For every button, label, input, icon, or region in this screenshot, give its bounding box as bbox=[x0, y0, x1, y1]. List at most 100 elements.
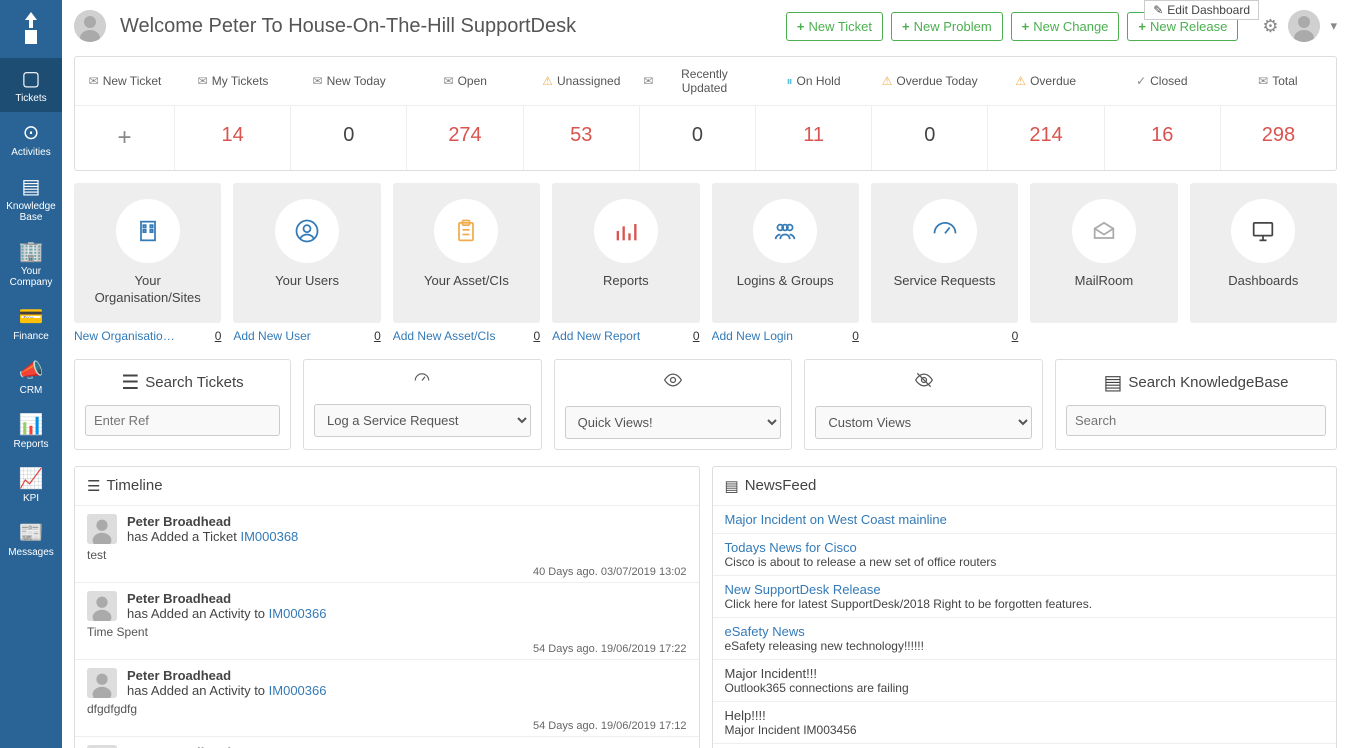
list-icon: ☰ bbox=[87, 477, 100, 495]
stats-table: ✉New Ticket ✉My Tickets ✉New Today ✉Open… bbox=[74, 56, 1337, 171]
tile-link[interactable]: New Organisatio… bbox=[74, 329, 175, 343]
user-menu-avatar[interactable] bbox=[1288, 10, 1320, 42]
timeline-timestamp: 40 Days ago. 03/07/2019 13:02 bbox=[87, 566, 687, 578]
tile-count: 0 bbox=[374, 329, 381, 343]
sidebar-item-messages[interactable]: 📰 Messages bbox=[0, 512, 62, 566]
timeline-user: Peter Broadhead bbox=[127, 591, 326, 606]
sidebar-item-activities[interactable]: ⊙ Activities bbox=[0, 112, 62, 166]
stats-header[interactable]: ✓Closed bbox=[1104, 57, 1220, 106]
page-title: Welcome Peter To House-On-The-Hill Suppo… bbox=[120, 15, 778, 38]
search-tickets-card: ☰Search Tickets bbox=[74, 359, 291, 450]
stats-value[interactable]: 0 bbox=[872, 106, 988, 170]
tile-dashboards[interactable]: Dashboards bbox=[1190, 183, 1337, 323]
tile-count: 0 bbox=[693, 329, 700, 343]
stats-header[interactable]: ⏸On Hold bbox=[755, 57, 871, 106]
new-ticket-button[interactable]: +New Ticket bbox=[786, 12, 883, 41]
tile-mailroom[interactable]: MailRoom bbox=[1030, 183, 1177, 323]
warning-icon: ⚠ bbox=[542, 74, 553, 88]
stats-header[interactable]: ✉Recently Updated bbox=[639, 57, 755, 106]
timeline-timestamp: 54 Days ago. 19/06/2019 17:22 bbox=[87, 643, 687, 655]
news-link[interactable]: eSafety News bbox=[725, 624, 1325, 639]
search-kb-card: ▤Search KnowledgeBase bbox=[1055, 359, 1337, 450]
edit-dashboard-button[interactable]: ✎ Edit Dashboard bbox=[1144, 0, 1259, 20]
news-link[interactable]: Major Incident on West Coast mainline bbox=[725, 512, 1325, 527]
custom-views-select[interactable]: Custom Views bbox=[815, 406, 1032, 439]
user-avatar bbox=[74, 10, 106, 42]
pause-icon: ⏸ bbox=[786, 74, 792, 89]
tile-logins-groups[interactable]: Logins & Groups bbox=[712, 183, 859, 323]
sidebar-item-label: Your Company bbox=[2, 266, 60, 288]
quick-views-select[interactable]: Quick Views! bbox=[565, 406, 782, 439]
stats-header[interactable]: ✉New Ticket bbox=[75, 57, 175, 106]
sidebar-item-crm[interactable]: 📣 CRM bbox=[0, 350, 62, 404]
book-icon: ▤ bbox=[1104, 370, 1123, 395]
ticket-ref-input[interactable] bbox=[85, 405, 280, 436]
stats-value[interactable]: 0 bbox=[640, 106, 756, 170]
plus-icon: + bbox=[902, 19, 910, 34]
timeline-body[interactable]: Peter Broadhead has Added a Ticket IM000… bbox=[75, 506, 699, 748]
stats-header[interactable]: ✉My Tickets bbox=[175, 57, 291, 106]
stats-header[interactable]: ⚠Unassigned bbox=[523, 57, 639, 106]
sidebar-item-tickets[interactable]: ▢ Tickets bbox=[0, 58, 62, 112]
sidebar-item-knowledge-base[interactable]: ▤ Knowledge Base bbox=[0, 166, 62, 231]
news-link[interactable]: Todays News for Cisco bbox=[725, 540, 1325, 555]
tile-label: Your Asset/CIs bbox=[424, 273, 509, 290]
timeline-ref-link[interactable]: IM000368 bbox=[240, 529, 298, 544]
tile-users[interactable]: Your Users bbox=[233, 183, 380, 323]
stats-header[interactable]: ✉Total bbox=[1220, 57, 1336, 106]
gear-icon[interactable]: ⚙ bbox=[1262, 16, 1278, 37]
newspaper-icon: ▤ bbox=[725, 477, 739, 495]
activities-icon: ⊙ bbox=[23, 120, 40, 145]
stats-value[interactable]: 14 bbox=[175, 106, 291, 170]
stats-value[interactable]: 274 bbox=[407, 106, 523, 170]
news-link[interactable]: New SupportDesk Release bbox=[725, 582, 1325, 597]
tile-link[interactable]: Add New Report bbox=[552, 329, 640, 343]
timeline-user: Peter Broadhead bbox=[127, 514, 298, 529]
new-problem-button[interactable]: +New Problem bbox=[891, 12, 1003, 41]
quick-views-card: Quick Views! bbox=[554, 359, 793, 450]
tile-label: Your Users bbox=[275, 273, 339, 290]
sidebar-item-label: CRM bbox=[20, 385, 43, 396]
timeline-ref-link[interactable]: IM000366 bbox=[269, 606, 327, 621]
timeline-ref-link[interactable]: IM000366 bbox=[269, 683, 327, 698]
timeline-panel: ☰Timeline Peter Broadhead has Added a Ti… bbox=[74, 466, 700, 748]
sidebar-item-finance[interactable]: 💳 Finance bbox=[0, 296, 62, 350]
sidebar-item-your-company[interactable]: 🏢 Your Company bbox=[0, 231, 62, 296]
sidebar-item-kpi[interactable]: 📈 KPI bbox=[0, 458, 62, 512]
envelope-icon: ✉ bbox=[1258, 74, 1268, 88]
stats-header[interactable]: ⚠Overdue bbox=[988, 57, 1104, 106]
newsfeed-body[interactable]: Major Incident on West Coast mainline To… bbox=[713, 506, 1337, 748]
sidebar-item-reports[interactable]: 📊 Reports bbox=[0, 404, 62, 458]
chevron-down-icon[interactable]: ▾ bbox=[1330, 18, 1337, 34]
timeline-item: Peter Broadhead has Added an Activity to… bbox=[75, 583, 699, 660]
building-icon: 🏢 bbox=[19, 239, 44, 264]
tile-reports[interactable]: Reports bbox=[552, 183, 699, 323]
warning-icon: ⚠ bbox=[1015, 74, 1026, 88]
stats-value[interactable]: 16 bbox=[1105, 106, 1221, 170]
stats-header[interactable]: ✉Open bbox=[407, 57, 523, 106]
add-ticket-plus[interactable]: + bbox=[75, 106, 175, 170]
sidebar-item-label: Knowledge Base bbox=[2, 201, 60, 223]
avatar bbox=[87, 668, 117, 698]
sidebar-item-label: Messages bbox=[8, 547, 54, 558]
tile-link[interactable]: Add New Login bbox=[712, 329, 793, 343]
log-service-select[interactable]: Log a Service Request bbox=[314, 404, 531, 437]
sidebar-item-label: KPI bbox=[23, 493, 39, 504]
kb-search-input[interactable] bbox=[1066, 405, 1326, 436]
stats-value[interactable]: 53 bbox=[524, 106, 640, 170]
tile-label: Service Requests bbox=[894, 273, 996, 290]
tile-link[interactable]: Add New Asset/CIs bbox=[393, 329, 496, 343]
new-change-button[interactable]: +New Change bbox=[1011, 12, 1120, 41]
tile-organisation[interactable]: Your Organisation/Sites bbox=[74, 183, 221, 323]
tile-link[interactable]: Add New User bbox=[233, 329, 310, 343]
stats-value[interactable]: 214 bbox=[988, 106, 1104, 170]
stats-header[interactable]: ✉New Today bbox=[291, 57, 407, 106]
stats-value[interactable]: 0 bbox=[291, 106, 407, 170]
tile-service-requests[interactable]: Service Requests bbox=[871, 183, 1018, 323]
stats-value[interactable]: 298 bbox=[1221, 106, 1336, 170]
stats-header[interactable]: ⚠Overdue Today bbox=[872, 57, 988, 106]
stats-value[interactable]: 11 bbox=[756, 106, 872, 170]
tile-assets[interactable]: Your Asset/CIs bbox=[393, 183, 540, 323]
tile-label: Dashboards bbox=[1228, 273, 1298, 290]
timeline-body-text: test bbox=[87, 548, 687, 562]
